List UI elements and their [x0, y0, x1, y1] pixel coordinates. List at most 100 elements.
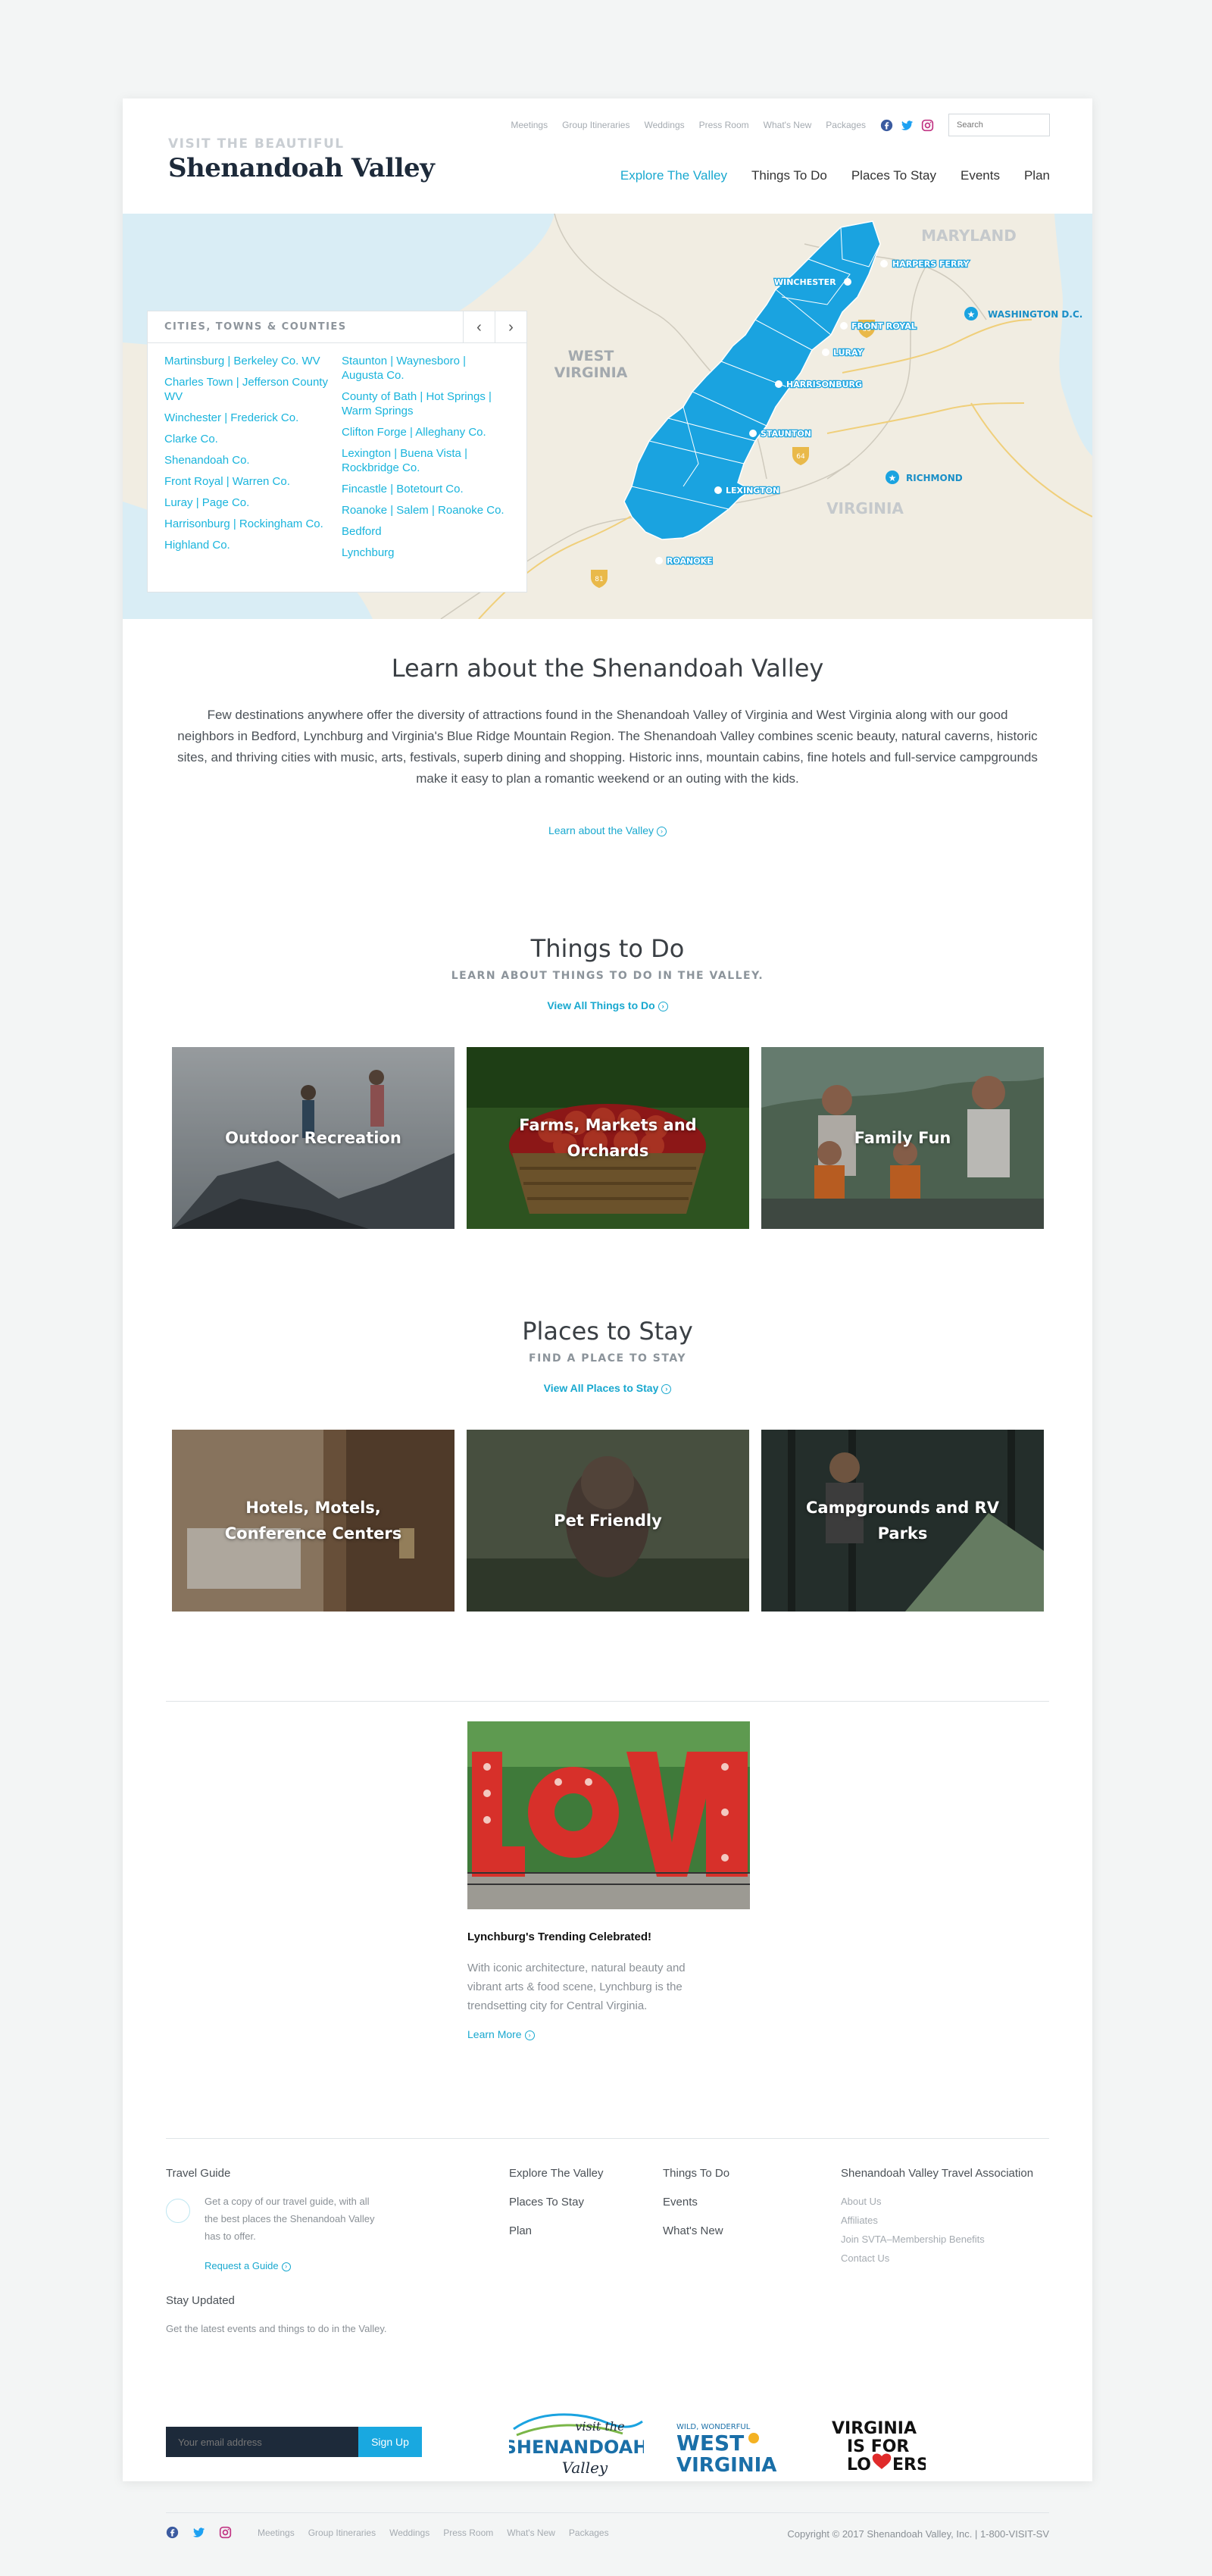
nav-explore-the-valley[interactable]: Explore The Valley [620, 168, 727, 183]
util-link-weddings[interactable]: Weddings [644, 120, 684, 130]
logo2-line1: WEST [676, 2431, 744, 2456]
facebook-icon[interactable] [880, 119, 893, 132]
city-link[interactable]: Clarke Co. [164, 432, 333, 446]
city-link[interactable]: Charles Town | Jefferson County WV [164, 375, 333, 404]
arrow-circle-icon: › [281, 2262, 291, 2271]
feature-title[interactable]: Lynchburg's Trending Celebrated! [467, 1930, 651, 1943]
chevron-left-icon[interactable]: ‹ [463, 311, 495, 343]
logo3-line1: VIRGINIA [832, 2419, 917, 2438]
star-washington[interactable]: ★ [964, 307, 978, 320]
card-outdoor-recreation[interactable]: Outdoor Recreation [172, 1047, 454, 1229]
city-dot-harrisonburg [775, 380, 782, 388]
card-farms-markets-orchards[interactable]: Farms, Markets and Orchards [467, 1047, 749, 1229]
nav-events[interactable]: Events [961, 168, 1000, 183]
brand-name: Shenandoah Valley [168, 153, 435, 183]
cities-column-2: Staunton | Waynesboro | Augusta Co. Coun… [342, 354, 510, 567]
city-link[interactable]: Harrisonburg | Rockingham Co. [164, 517, 333, 531]
util-link-meetings[interactable]: Meetings [511, 120, 548, 130]
travel-guide-title: Travel Guide [166, 2167, 231, 2180]
city-link[interactable]: Winchester | Frederick Co. [164, 411, 333, 425]
stay-view-all-link[interactable]: View All Places to Stay › [123, 1382, 1092, 1394]
city-link[interactable]: County of Bath | Hot Springs | Warm Spri… [342, 389, 510, 418]
city-link[interactable]: Clifton Forge | Alleghany Co. [342, 425, 510, 439]
bottom-link-weddings[interactable]: Weddings [389, 2528, 430, 2538]
header: VISIT THE BEAUTIFUL Shenandoah Valley Me… [123, 98, 1092, 214]
city-dot-staunton [749, 430, 757, 437]
things-view-all-link[interactable]: View All Things to Do › [123, 999, 1092, 1011]
request-guide-link[interactable]: Request a Guide › [205, 2260, 291, 2271]
nav-plan[interactable]: Plan [1024, 168, 1050, 183]
city-link[interactable]: Front Royal | Warren Co. [164, 474, 333, 489]
card-hotels[interactable]: Hotels, Motels, Conference Centers [172, 1430, 454, 1612]
arrow-circle-icon: › [658, 1001, 668, 1011]
util-link-press-room[interactable]: Press Room [699, 120, 749, 130]
main-nav: Explore The Valley Things To Do Places T… [620, 168, 1050, 183]
card-label: Hotels, Motels, Conference Centers [224, 1499, 402, 1543]
card-family-fun[interactable]: Family Fun [761, 1047, 1044, 1229]
state-label-maryland: MARYLAND [921, 227, 1017, 245]
star-richmond[interactable]: ★ [886, 470, 899, 484]
feature-image[interactable] [467, 1721, 750, 1909]
twitter-icon[interactable] [192, 2526, 205, 2539]
facebook-icon[interactable] [166, 2526, 179, 2539]
city-link[interactable]: Staunton | Waynesboro | Augusta Co. [342, 354, 510, 383]
bottom-link-meetings[interactable]: Meetings [258, 2528, 295, 2538]
bottom-link-press-room[interactable]: Press Room [443, 2528, 493, 2538]
city-dot-winchester [844, 278, 851, 286]
instagram-icon[interactable] [921, 119, 934, 132]
city-link[interactable]: Fincastle | Botetourt Co. [342, 482, 510, 496]
logo3-line3a: LO [847, 2456, 871, 2474]
util-link-packages[interactable]: Packages [826, 120, 866, 130]
city-label-winchester: WINCHESTER [774, 277, 836, 287]
city-link[interactable]: Luray | Page Co. [164, 496, 333, 510]
card-campgrounds[interactable]: Campgrounds and RV Parks [761, 1430, 1044, 1612]
footer-link-events[interactable]: Events [663, 2196, 698, 2209]
twitter-icon[interactable] [901, 119, 914, 132]
assoc-link-contact[interactable]: Contact Us [841, 2252, 889, 2264]
bottom-link-packages[interactable]: Packages [569, 2528, 609, 2538]
util-link-whats-new[interactable]: What's New [764, 120, 812, 130]
footer-link-whats-new[interactable]: What's New [663, 2224, 723, 2237]
city-dot-front-royal [840, 322, 848, 330]
footer-link-places-to-stay[interactable]: Places To Stay [509, 2196, 584, 2209]
logo3-line3b: ERS [892, 2456, 926, 2474]
cities-panel: CITIES, TOWNS & COUNTIES ‹ › Martinsburg… [147, 311, 527, 592]
assoc-link-join[interactable]: Join SVTA–Membership Benefits [841, 2234, 985, 2245]
city-link[interactable]: Lexington | Buena Vista | Rockbridge Co. [342, 446, 510, 475]
card-label: Family Fun [854, 1129, 951, 1147]
nav-places-to-stay[interactable]: Places To Stay [851, 168, 936, 183]
nav-things-to-do[interactable]: Things To Do [751, 168, 827, 183]
instagram-icon[interactable] [219, 2526, 232, 2539]
bottom-link-whats-new[interactable]: What's New [507, 2528, 555, 2538]
search-input[interactable] [948, 114, 1050, 136]
footer-link-plan[interactable]: Plan [509, 2224, 532, 2237]
email-field[interactable] [166, 2427, 358, 2457]
visit-shenandoah-logo[interactable]: visit the SHENANDOAH Valley [504, 2408, 648, 2481]
feature-learn-more-link[interactable]: Learn More › [467, 2028, 535, 2040]
card-label: Pet Friendly [554, 1512, 662, 1530]
footer-link-explore[interactable]: Explore The Valley [509, 2167, 604, 2180]
chevron-right-icon[interactable]: › [495, 311, 526, 343]
card-pet-friendly[interactable]: Pet Friendly [467, 1430, 749, 1612]
things-cards: Outdoor Recreation Farms, Markets and Or… [172, 1047, 1044, 1229]
city-link[interactable]: Highland Co. [164, 538, 333, 552]
footer-link-things-to-do[interactable]: Things To Do [663, 2167, 729, 2180]
learn-link[interactable]: Learn about the Valley › [123, 824, 1092, 836]
learn-text: Few destinations anywhere offer the dive… [177, 708, 1038, 786]
city-link[interactable]: Martinsburg | Berkeley Co. WV [164, 354, 333, 368]
west-virginia-logo[interactable]: WILD, WONDERFUL WEST VIRGINIA [673, 2420, 799, 2477]
divider [166, 2138, 1049, 2139]
feature-link-label: Learn More [467, 2028, 522, 2040]
city-link[interactable]: Bedford [342, 524, 510, 539]
city-link[interactable]: Shenandoah Co. [164, 453, 333, 467]
sign-up-button[interactable]: Sign Up [358, 2427, 422, 2457]
virginia-is-for-lovers-logo[interactable]: VIRGINIA IS FOR LO ERS [827, 2417, 929, 2478]
city-link[interactable]: Lynchburg [342, 546, 510, 560]
util-link-group-itineraries[interactable]: Group Itineraries [562, 120, 629, 130]
assoc-link-affiliates[interactable]: Affiliates [841, 2215, 878, 2226]
card-label: Farms, Markets and Orchards [519, 1116, 697, 1160]
assoc-link-about[interactable]: About Us [841, 2196, 881, 2207]
city-link[interactable]: Roanoke | Salem | Roanoke Co. [342, 503, 510, 517]
site-logo[interactable]: VISIT THE BEAUTIFUL Shenandoah Valley [168, 136, 435, 183]
bottom-link-group-itineraries[interactable]: Group Itineraries [308, 2528, 376, 2538]
